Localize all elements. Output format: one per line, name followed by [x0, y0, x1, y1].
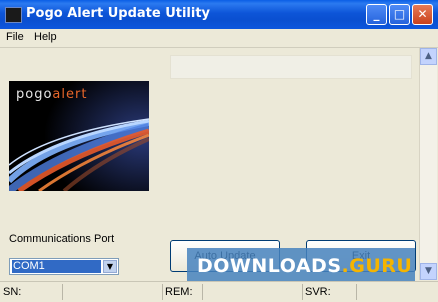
progress-bar [170, 55, 412, 79]
downloads-guru-watermark: DOWNLOADS.GURU [187, 248, 415, 285]
status-svr-label: SVR: [305, 286, 331, 298]
dropdown-arrow-icon[interactable]: ▼ [103, 260, 117, 273]
status-cell-rem-value [202, 284, 303, 300]
watermark-text-suffix: .GURU [341, 255, 413, 277]
watermark-text: DOWNLOADS.GURU [197, 255, 412, 277]
maximize-button[interactable]: □ [389, 4, 410, 25]
minimize-button[interactable]: _ [366, 4, 387, 25]
menu-bar: File Help [0, 29, 438, 48]
scroll-up-icon[interactable]: ▲ [420, 48, 437, 65]
communications-port-select[interactable]: COM1 ▼ [9, 258, 119, 275]
menu-file[interactable]: File [6, 31, 24, 43]
pogo-alert-logo: pogoalert [9, 81, 149, 191]
selected-port-value: COM1 [12, 260, 101, 273]
logo-wordmark: pogoalert [16, 87, 87, 102]
window-title: Pogo Alert Update Utility [26, 6, 211, 21]
status-cell-sn-value [62, 284, 163, 300]
watermark-text-main: DOWNLOADS [197, 255, 342, 277]
app-icon[interactable] [5, 7, 22, 23]
logo-word-pogo: pogo [16, 87, 53, 102]
status-sn-label: SN: [3, 286, 22, 298]
close-button[interactable]: ✕ [412, 4, 433, 25]
vertical-scrollbar[interactable]: ▲ ▼ [419, 48, 437, 280]
logo-word-alert: alert [52, 87, 88, 102]
status-bar: SN: REM: SVR: [0, 281, 438, 302]
status-rem-label: REM: [165, 286, 193, 298]
app-window: Pogo Alert Update Utility _ □ ✕ File Hel… [0, 0, 438, 302]
scroll-down-icon[interactable]: ▼ [420, 263, 437, 280]
title-bar[interactable]: Pogo Alert Update Utility _ □ ✕ [0, 0, 438, 29]
communications-port-label: Communications Port [9, 233, 115, 245]
menu-help[interactable]: Help [34, 31, 57, 43]
